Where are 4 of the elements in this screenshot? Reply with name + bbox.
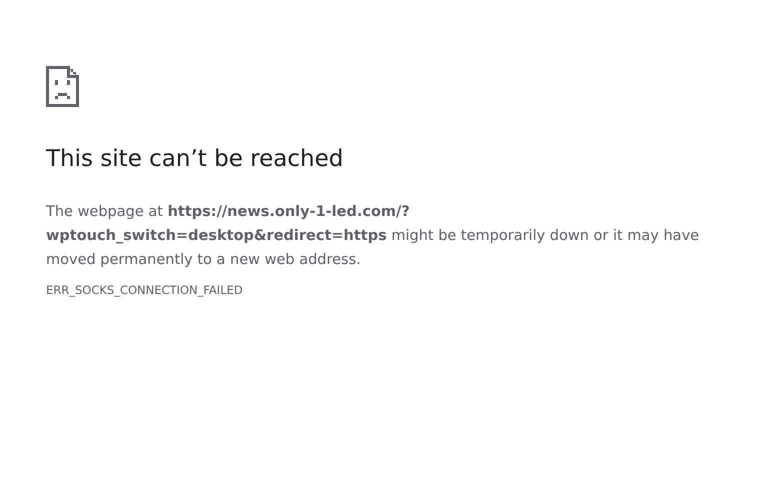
error-message: The webpage at https://news.only-1-led.com/?wptouch_switch=desktop&redirect=https might be temporarily down or it may have moved permanently to a new web address. (46, 203, 700, 270)
error-code: ERR_SOCKS_CONNECTION_FAILED (46, 282, 243, 298)
sad-page-icon (46, 66, 79, 107)
error-heading: This site can’t be reached (46, 145, 344, 174)
